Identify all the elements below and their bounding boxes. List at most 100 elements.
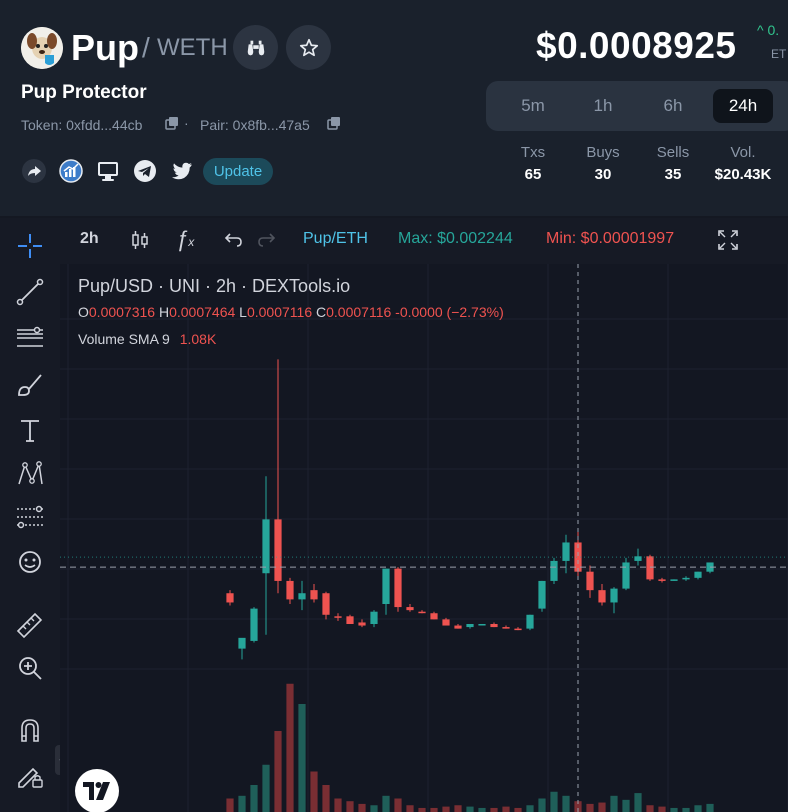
volume-bar [310,771,318,812]
volume-bar [490,807,498,812]
candle-body [694,571,702,578]
zoom-tool[interactable] [14,652,46,684]
magnet-icon [21,719,39,742]
crosshair-tool[interactable] [14,230,46,262]
chart-circle-icon [59,159,83,183]
timeframe-1h[interactable]: 1h [573,89,633,123]
volume-bar [262,764,270,812]
website-link[interactable] [95,158,121,184]
volume-bar [598,802,606,812]
chart-symbol-legend: Pup/USD · UNI · 2h · DEXTools.io [78,276,351,296]
pair-address: Pair: 0x8fb...47a5 [200,117,310,133]
magnet-tool[interactable] [14,714,46,746]
sells-label: Sells [656,144,690,161]
candle-body [526,614,534,629]
share-button[interactable] [21,158,47,184]
high-value: 0.0007464 [169,304,236,320]
fib-tool[interactable] [14,322,46,354]
copy-token-icon[interactable] [165,116,179,130]
volume-bar [382,795,390,812]
chart-link[interactable] [58,158,84,184]
text-tool[interactable] [14,414,46,446]
twitter-icon [172,162,192,180]
emoji-icon [19,551,41,573]
indicators-icon[interactable]: ƒx [176,226,194,252]
pair-slash: / [142,32,150,63]
tradingview-icon [83,782,110,800]
ruler-tool[interactable] [14,608,46,640]
volume-bar [562,795,570,812]
brush-icon [18,374,42,396]
candles-icon[interactable] [129,229,151,251]
high-label: H [158,304,170,320]
buys-label: Buys [586,144,620,161]
volume-indicator-value: 1.08K [179,331,217,347]
favorite-button[interactable] [286,25,331,70]
forecast-tool[interactable] [14,502,46,534]
volume-bar [586,803,594,812]
drawing-toolbar [0,218,60,812]
volume-value: $20.43K [714,166,772,183]
tradingview-logo[interactable] [75,769,119,812]
volume-bar [670,807,678,812]
candle-body [238,637,246,649]
quote-symbol: WETH [157,34,228,61]
candle-body [286,580,294,600]
fullscreen-icon[interactable] [717,229,739,251]
volume-bar [322,785,330,812]
binoculars-icon [247,40,264,55]
copy-pair-icon[interactable] [327,116,341,130]
volume-bar [682,807,690,812]
price-chart[interactable]: Pup/USD · UNI · 2h · DEXTools.io O0.0007… [60,264,788,812]
close-value: 0.0007116 [326,304,392,320]
volume-bar [442,806,450,812]
lock-pencil-icon [18,767,43,788]
candle-body [622,562,630,589]
lock-drawings-tool[interactable] [14,758,46,790]
pattern-tool[interactable] [14,458,46,490]
timeframe-6h[interactable]: 6h [643,89,703,123]
volume-bar [610,795,618,812]
telegram-icon [134,160,156,182]
trend-line-tool[interactable] [14,276,46,308]
volume-bar [538,798,546,812]
redo-icon[interactable] [256,229,278,251]
binoculars-button[interactable] [233,25,278,70]
volume-legend: Volume SMA 9 1.08K [78,331,216,347]
volume-bar [646,805,654,812]
chart-toolbar: 2h ƒx Pup/ETH Max: $0.002244 Min: $0.000… [60,218,788,264]
ohlc-legend: O0.0007316 H0.0007464 L0.0007116 C0.0007… [78,304,504,320]
volume-bar [430,807,438,812]
volume-bar [526,805,534,812]
emoji-tool[interactable] [14,546,46,578]
base-symbol: Pup [71,27,139,68]
pup-logo[interactable] [21,27,63,69]
timeframe-24h[interactable]: 24h [713,89,773,123]
candle-body [598,590,606,603]
pattern-icon [18,461,43,485]
volume-bar [706,803,714,812]
candle-body [382,568,390,604]
volume-bar [274,731,282,812]
candle-body [406,607,414,611]
candle-body [454,625,462,629]
candle-body [670,579,678,581]
volume-bar [394,798,402,812]
interval-button[interactable]: 2h [80,230,99,248]
candle-body [310,590,318,600]
volume-bar [238,795,246,812]
timeframe-5m[interactable]: 5m [503,89,563,123]
candle-body [550,560,558,581]
pair-switch-button[interactable]: Pup/ETH [303,230,368,248]
volume-bar [418,807,426,812]
update-button[interactable]: Update [203,158,273,185]
candle-body [358,622,366,626]
zoom-in-icon [19,657,42,680]
telegram-link[interactable] [132,158,158,184]
volume-bar [370,805,378,812]
candle-body [370,611,378,624]
volume-bar [658,806,666,812]
undo-icon[interactable] [222,229,244,251]
twitter-link[interactable] [169,158,195,184]
brush-tool[interactable] [14,368,46,400]
